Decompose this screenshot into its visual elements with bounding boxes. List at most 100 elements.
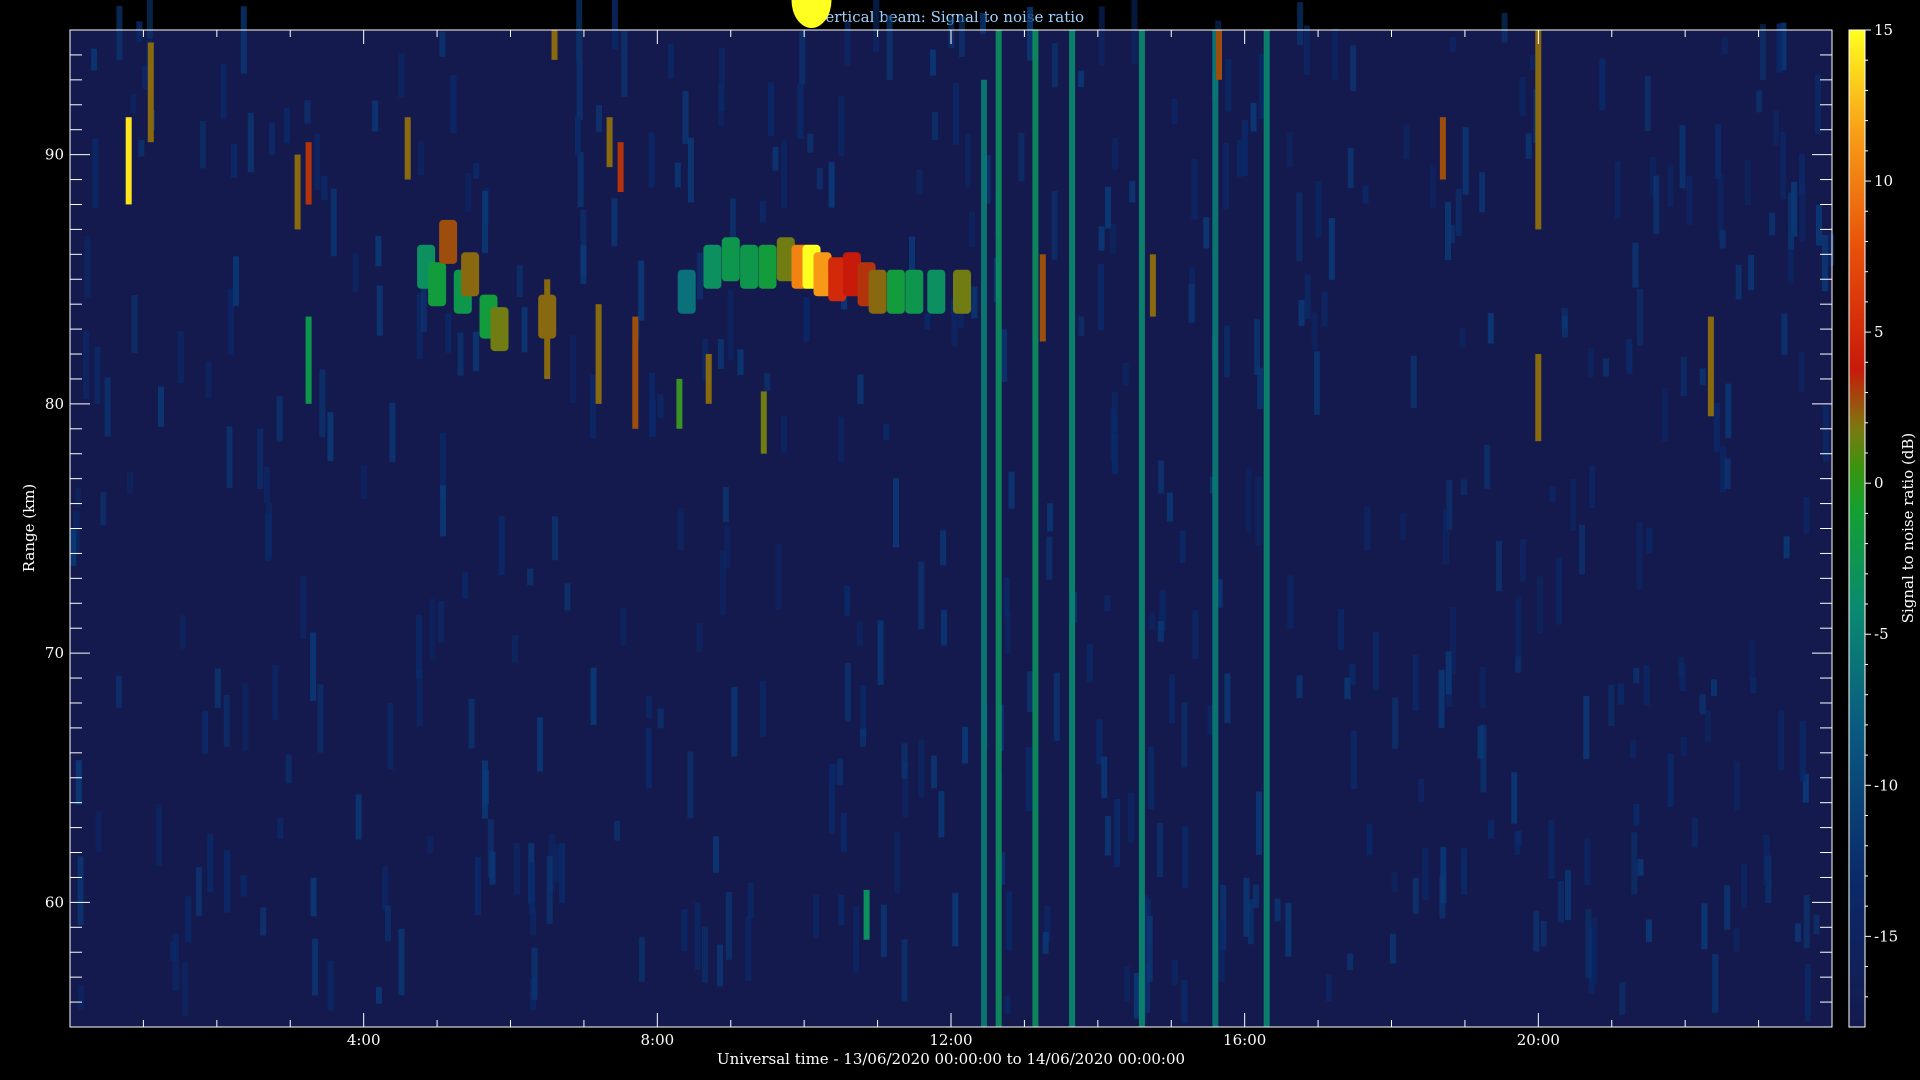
noise-cell bbox=[527, 568, 534, 586]
noise-cell bbox=[1780, 131, 1787, 200]
noise-cell bbox=[104, 377, 111, 437]
noise-cell bbox=[177, 331, 184, 384]
noise-cell bbox=[1667, 164, 1674, 207]
noise-cell bbox=[115, 675, 122, 708]
noise-cell bbox=[1776, 23, 1783, 73]
noise-cell bbox=[224, 850, 231, 913]
noise-cell bbox=[1250, 102, 1257, 132]
noise-cell bbox=[1149, 612, 1155, 629]
noise-cell bbox=[964, 133, 971, 189]
noise-cell bbox=[702, 926, 708, 983]
noise-cell bbox=[1748, 254, 1755, 291]
meteor-blip bbox=[544, 279, 551, 379]
noise-cell bbox=[768, 82, 774, 136]
noise-cell bbox=[894, 832, 901, 894]
noise-cell bbox=[1131, 0, 1138, 65]
noise-cell bbox=[1679, 663, 1686, 692]
noise-cell bbox=[1584, 838, 1591, 886]
noise-cell bbox=[1298, 299, 1305, 326]
echo-cell bbox=[868, 269, 887, 314]
noise-cell bbox=[327, 960, 334, 1011]
noise-cell bbox=[1006, 891, 1013, 951]
noise-cell bbox=[1548, 819, 1555, 880]
noise-cell bbox=[1637, 859, 1644, 876]
noise-cell bbox=[156, 804, 163, 867]
noise-cell bbox=[759, 681, 766, 737]
noise-cell bbox=[1114, 799, 1121, 867]
noise-cell bbox=[321, 175, 328, 201]
noise-cell bbox=[260, 907, 267, 936]
noise-cell bbox=[1614, 161, 1621, 219]
meteor-blip bbox=[617, 142, 624, 192]
noise-cell bbox=[1438, 669, 1445, 728]
noise-cell bbox=[1645, 919, 1652, 942]
noise-cell bbox=[77, 856, 84, 926]
noise-cell bbox=[310, 632, 317, 701]
noise-cell bbox=[223, 694, 230, 747]
noise-cell bbox=[929, 49, 936, 76]
noise-cell bbox=[529, 862, 536, 915]
noise-cell bbox=[472, 331, 479, 372]
noise-cell bbox=[677, 508, 684, 551]
noise-cell bbox=[1325, 973, 1332, 1002]
noise-cell bbox=[416, 614, 423, 679]
noise-cell bbox=[438, 601, 445, 643]
noise-cell bbox=[1350, 45, 1357, 92]
noise-cell bbox=[559, 843, 565, 904]
noise-cell bbox=[1315, 181, 1322, 238]
noise-cell bbox=[1587, 347, 1594, 378]
echo-cell bbox=[927, 269, 946, 314]
noise-cell bbox=[1822, 234, 1828, 292]
noise-cell bbox=[1585, 909, 1592, 979]
noise-cell bbox=[330, 188, 337, 257]
noise-cell bbox=[781, 416, 787, 453]
noise-cell bbox=[717, 339, 724, 370]
noise-cell bbox=[1549, 486, 1556, 502]
noise-cell bbox=[1181, 702, 1188, 768]
noise-cell bbox=[1589, 465, 1596, 509]
noise-cell bbox=[1337, 609, 1344, 650]
noise-cell bbox=[1296, 192, 1303, 262]
noise-cell bbox=[277, 818, 284, 840]
noise-cell bbox=[75, 760, 82, 805]
noise-cell bbox=[745, 916, 752, 981]
noise-cell bbox=[226, 426, 233, 489]
colorbar-tick-label: -5 bbox=[1874, 625, 1889, 643]
noise-cell bbox=[1484, 444, 1491, 489]
vertical-streak bbox=[1263, 30, 1270, 1027]
noise-cell bbox=[1511, 772, 1518, 824]
noise-cell bbox=[265, 513, 272, 562]
noise-cell bbox=[1749, 640, 1756, 680]
noise-cell bbox=[856, 621, 863, 646]
noise-cell bbox=[1051, 191, 1058, 260]
noise-cell bbox=[389, 402, 396, 462]
noise-cell bbox=[883, 424, 890, 440]
noise-cell bbox=[844, 663, 851, 722]
noise-cell bbox=[1285, 902, 1292, 957]
noise-cell bbox=[713, 836, 719, 873]
x-axis-label: Universal time - 13/06/2020 00:00:00 to … bbox=[717, 1050, 1185, 1068]
noise-cell bbox=[1078, 316, 1085, 337]
echo-cell bbox=[758, 244, 777, 289]
noise-cell bbox=[938, 791, 945, 838]
noise-cell bbox=[1525, 133, 1532, 159]
noise-cell bbox=[1529, 55, 1536, 71]
noise-cell bbox=[837, 758, 844, 786]
noise-cell bbox=[1027, 671, 1034, 712]
noise-cell bbox=[1156, 822, 1163, 878]
noise-cell bbox=[958, 16, 965, 57]
noise-cell bbox=[1637, 289, 1644, 346]
noise-cell bbox=[1218, 919, 1225, 982]
noise-cell bbox=[1646, 527, 1653, 554]
noise-cell bbox=[1661, 387, 1668, 442]
noise-cell bbox=[596, 105, 602, 132]
meteor-blip bbox=[863, 889, 870, 940]
noise-cell bbox=[649, 372, 656, 437]
noise-cell bbox=[546, 856, 553, 924]
noise-cell bbox=[1104, 595, 1111, 612]
noise-cell bbox=[387, 703, 394, 770]
noise-cell bbox=[901, 939, 908, 1002]
noise-cell bbox=[590, 667, 597, 725]
y-tick-label: 90 bbox=[45, 146, 64, 164]
noise-cell bbox=[1828, 234, 1835, 266]
